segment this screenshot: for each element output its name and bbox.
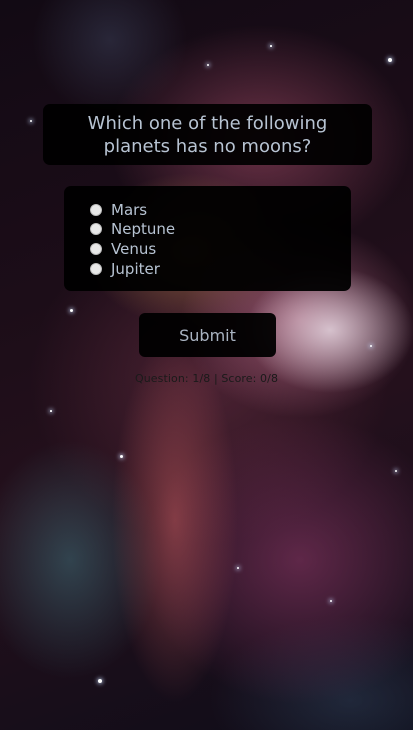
radio-button[interactable] [90,242,102,255]
option-label: Venus [111,239,157,258]
option-venus[interactable]: Venus [90,239,351,259]
star [120,455,123,458]
star [98,679,102,683]
answer-options: Mars Neptune Venus Jupiter [64,186,351,291]
option-mars[interactable]: Mars [90,200,351,220]
option-jupiter[interactable]: Jupiter [90,259,351,279]
star [388,58,392,62]
star [395,470,397,472]
option-label: Mars [111,200,148,219]
star [30,120,32,122]
option-label: Jupiter [111,259,160,278]
star [270,45,272,47]
star [330,600,332,602]
option-label: Neptune [111,220,176,239]
star [237,567,239,569]
submit-button[interactable]: Submit [139,313,276,357]
radio-button[interactable] [90,203,102,216]
star [50,410,52,412]
question-text: Which one of the following planets has n… [87,112,328,157]
star [70,309,73,312]
star [370,345,372,347]
radio-button[interactable] [90,223,102,236]
option-neptune[interactable]: Neptune [90,220,351,240]
question-box: Which one of the following planets has n… [43,104,372,165]
radio-button[interactable] [90,262,102,275]
quiz-status: Question: 1/8 | Score: 0/8 [134,372,279,385]
star [207,64,209,66]
